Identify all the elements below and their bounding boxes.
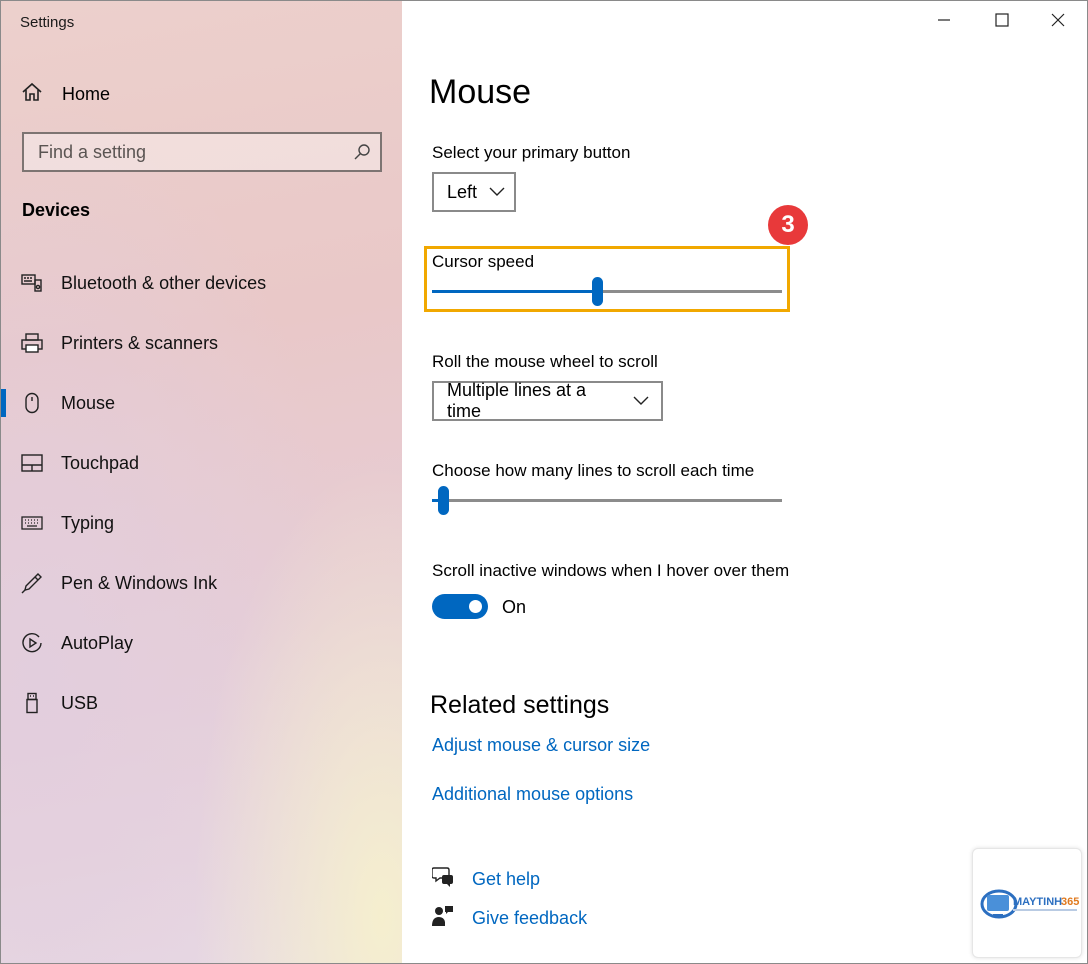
printer-icon	[21, 332, 43, 354]
get-help-icon	[431, 866, 454, 893]
scroll-mode-value: Multiple lines at a time	[447, 380, 587, 421]
nav-home[interactable]: Home	[21, 79, 110, 109]
toggle-knob	[469, 600, 482, 613]
close-button[interactable]	[1030, 5, 1086, 39]
give-feedback-row[interactable]: Give feedback	[432, 905, 587, 932]
minimize-icon	[937, 13, 951, 32]
scroll-mode-dropdown[interactable]: Multiple lines at a time	[432, 380, 663, 421]
sidebar: Settings Home Devices	[1, 1, 402, 963]
watermark-logo: MAYTINH 365	[972, 848, 1082, 958]
inactive-scroll-toggle[interactable]	[432, 594, 488, 619]
feedback-icon	[432, 905, 454, 932]
sidebar-item-label: Touchpad	[61, 452, 140, 473]
sidebar-item-typing[interactable]: Typing	[1, 503, 402, 543]
sidebar-item-label: AutoPlay	[61, 632, 134, 653]
sidebar-item-usb[interactable]: USB	[1, 683, 402, 723]
additional-mouse-options-link[interactable]: Additional mouse options	[432, 784, 633, 805]
svg-text:365: 365	[1061, 896, 1079, 908]
lines-to-scroll-label: Choose how many lines to scroll each tim…	[432, 461, 755, 480]
slider-track	[432, 499, 782, 502]
sidebar-item-bluetooth[interactable]: Bluetooth & other devices	[1, 263, 402, 303]
scroll-mode-label: Roll the mouse wheel to scroll	[432, 352, 658, 371]
bluetooth-devices-icon	[21, 272, 43, 294]
primary-button-label: Select your primary button	[432, 143, 631, 162]
settings-window: Settings Home Devices	[0, 0, 1088, 964]
home-icon	[21, 81, 43, 108]
sidebar-item-label: Typing	[61, 512, 115, 533]
sidebar-item-label: Printers & scanners	[61, 332, 219, 353]
autoplay-icon	[21, 632, 43, 654]
annotation-badge: 3	[768, 205, 808, 245]
sidebar-item-autoplay[interactable]: AutoPlay	[1, 623, 402, 663]
sidebar-item-printers[interactable]: Printers & scanners	[1, 323, 402, 363]
inactive-scroll-state: On	[502, 597, 527, 617]
sidebar-item-label: Mouse	[61, 392, 116, 413]
sidebar-item-label: Pen & Windows Ink	[61, 572, 218, 593]
slider-fill	[432, 290, 597, 293]
cursor-speed-slider[interactable]	[432, 276, 782, 306]
lines-to-scroll-slider[interactable]	[432, 485, 782, 515]
keyboard-icon	[21, 512, 43, 534]
get-help-link[interactable]: Get help	[472, 869, 540, 890]
give-feedback-link[interactable]: Give feedback	[472, 908, 587, 929]
sidebar-item-label: USB	[61, 692, 99, 713]
chevron-down-icon	[489, 187, 505, 197]
inactive-scroll-label: Scroll inactive windows when I hover ove…	[432, 561, 790, 580]
section-title-devices: Devices	[22, 200, 91, 220]
cursor-speed-label: Cursor speed	[432, 252, 535, 271]
search-box[interactable]	[22, 132, 382, 172]
sidebar-item-mouse[interactable]: Mouse	[1, 383, 402, 423]
maximize-button[interactable]	[974, 5, 1030, 39]
sidebar-item-label: Bluetooth & other devices	[61, 272, 267, 293]
usb-icon	[21, 692, 43, 714]
related-settings-title: Related settings	[430, 691, 610, 719]
search-icon[interactable]	[353, 143, 371, 166]
sidebar-item-touchpad[interactable]: Touchpad	[1, 443, 402, 483]
watermark-logo-icon: MAYTINH 365	[980, 889, 1079, 919]
touchpad-icon	[21, 452, 43, 474]
primary-button-value: Left	[447, 181, 478, 202]
page-title: Mouse	[429, 73, 532, 111]
mouse-icon	[21, 392, 43, 414]
slider-thumb[interactable]	[438, 486, 449, 515]
maximize-icon	[995, 12, 1009, 32]
svg-text:MAYTINH: MAYTINH	[1013, 896, 1062, 908]
primary-button-dropdown[interactable]: Left	[432, 172, 516, 212]
close-icon	[1051, 13, 1065, 32]
chevron-down-icon	[633, 396, 649, 406]
get-help-row[interactable]: Get help	[431, 866, 540, 893]
slider-thumb[interactable]	[592, 277, 603, 306]
minimize-button[interactable]	[916, 5, 972, 39]
nav-home-label: Home	[62, 83, 111, 104]
app-title: Settings	[20, 14, 75, 31]
search-input[interactable]	[38, 141, 338, 163]
main-content: Mouse Select your primary button Left 3 …	[402, 1, 1087, 963]
adjust-mouse-cursor-size-link[interactable]: Adjust mouse & cursor size	[432, 735, 650, 756]
sidebar-item-pen[interactable]: Pen & Windows Ink	[1, 563, 402, 603]
pen-icon	[21, 572, 43, 594]
